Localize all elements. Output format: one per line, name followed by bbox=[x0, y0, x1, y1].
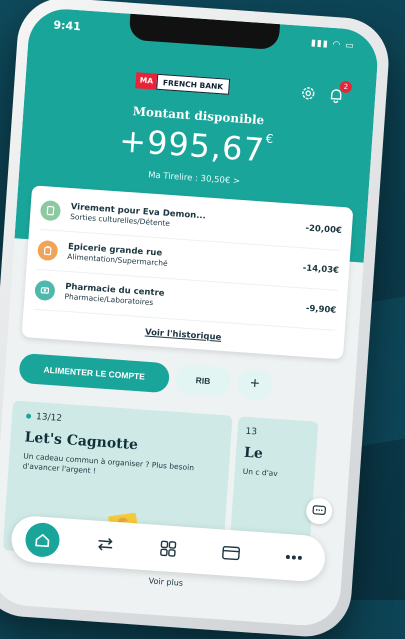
more-icon[interactable] bbox=[275, 539, 311, 575]
transaction-amount: -9,90€ bbox=[305, 303, 337, 316]
gear-icon[interactable] bbox=[299, 84, 318, 103]
logo-ma: MA bbox=[135, 72, 158, 90]
promo-title: Let's Cagnotte bbox=[24, 429, 139, 454]
transaction-amount: -14,03€ bbox=[302, 262, 340, 276]
promo-date: 13 bbox=[245, 426, 258, 438]
phone-screen: 9:41 ▮▮▮ ◠ ▭ MA FRENCH BANK 2 Montant di… bbox=[0, 6, 380, 628]
promo-date: 13/12 bbox=[26, 411, 63, 424]
grid-icon[interactable] bbox=[150, 531, 186, 567]
card-icon[interactable] bbox=[213, 535, 249, 571]
promo-title: Le bbox=[243, 444, 264, 463]
top-up-account-button[interactable]: ALIMENTER LE COMPTE bbox=[18, 352, 171, 394]
transfer-arrows-icon[interactable] bbox=[87, 526, 123, 562]
phone-frame: 9:41 ▮▮▮ ◠ ▭ MA FRENCH BANK 2 Montant di… bbox=[0, 0, 392, 639]
transaction-amount: -20,00€ bbox=[305, 222, 343, 236]
grocery-icon bbox=[37, 239, 59, 261]
rib-button[interactable]: RIB bbox=[174, 363, 232, 398]
pharmacy-icon bbox=[34, 279, 56, 301]
status-time: 9:41 bbox=[52, 18, 82, 34]
home-icon[interactable] bbox=[24, 521, 62, 559]
add-button[interactable]: + bbox=[235, 368, 274, 401]
promo-text: Un c d'av bbox=[242, 466, 279, 479]
transfer-icon bbox=[39, 199, 62, 221]
promo-text: Un cadeau commun à organiser ? Plus beso… bbox=[22, 451, 195, 476]
transactions-card: Virement pour Eva Demon... Sorties cultu… bbox=[21, 185, 354, 360]
action-buttons: ALIMENTER LE COMPTE RIB + bbox=[18, 352, 274, 401]
chat-icon[interactable] bbox=[305, 497, 334, 525]
balance-currency: € bbox=[265, 131, 275, 147]
